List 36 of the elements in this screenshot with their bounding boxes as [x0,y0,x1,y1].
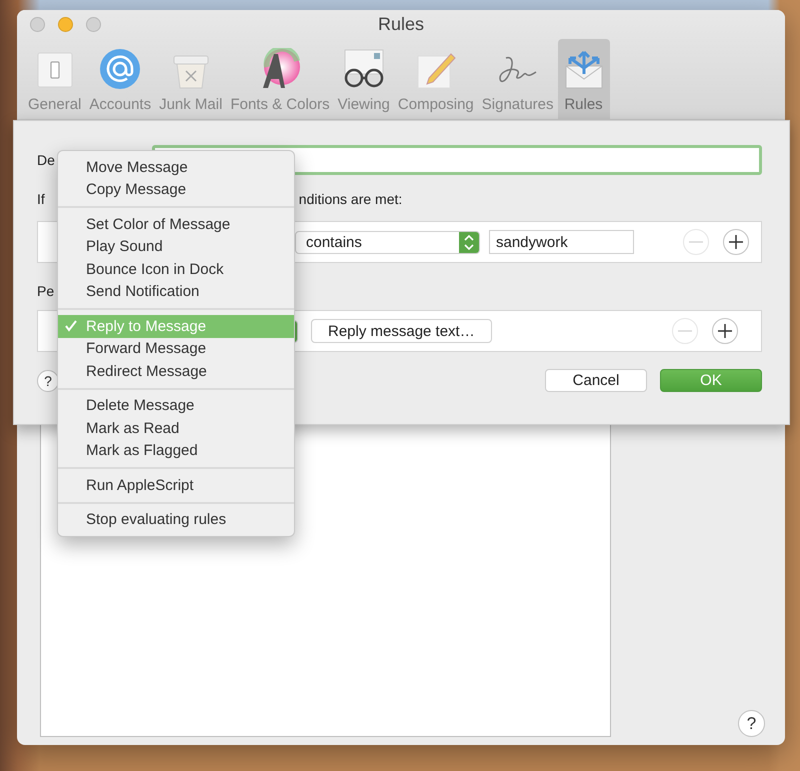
actions-label: Pe [37,283,54,299]
menu-item[interactable]: Stop evaluating rules [58,508,294,531]
operator-popup[interactable]: contains [295,230,480,254]
stepper-icon [459,232,479,252]
menu-item[interactable]: Copy Message [58,178,294,201]
menu-item[interactable]: Move Message [58,156,294,178]
menu-item[interactable]: Delete Message [58,394,294,417]
switch-icon [34,50,75,90]
window-title: Rules [378,14,424,34]
conditions-label: nditions are met: [298,191,402,207]
at-sign-icon [99,48,142,90]
minus-icon [689,241,703,243]
menu-item[interactable]: Mark as Flagged [58,440,294,462]
add-button[interactable] [712,318,738,344]
help-button[interactable]: ? [37,370,59,392]
menu-item[interactable]: Play Sound [58,236,294,258]
conditions-label: If [37,191,45,207]
zoom-button[interactable] [86,17,101,32]
menu-item[interactable]: Send Notification [58,280,294,303]
menu-item[interactable]: Set Color of Message [58,213,294,236]
cancel-button[interactable]: Cancel [545,369,647,392]
menu-item[interactable]: Run AppleScript [58,474,294,496]
reply-text-button[interactable]: Reply message text… [311,319,492,343]
menu-item[interactable]: Bounce Icon in Dock [58,258,294,280]
minimize-button[interactable] [58,17,73,32]
add-button[interactable] [723,229,749,255]
menu-item[interactable]: Forward Message [58,338,294,360]
menu-item[interactable]: Mark as Read [58,417,294,440]
plus-icon [718,324,732,338]
minus-icon [678,330,692,332]
plus-icon [729,235,743,249]
help-button[interactable]: ? [738,710,765,737]
value-field[interactable]: sandywork [489,230,634,254]
close-button[interactable] [30,17,45,32]
menu-item[interactable]: Redirect Message [58,360,294,382]
description-label: De [37,152,55,168]
